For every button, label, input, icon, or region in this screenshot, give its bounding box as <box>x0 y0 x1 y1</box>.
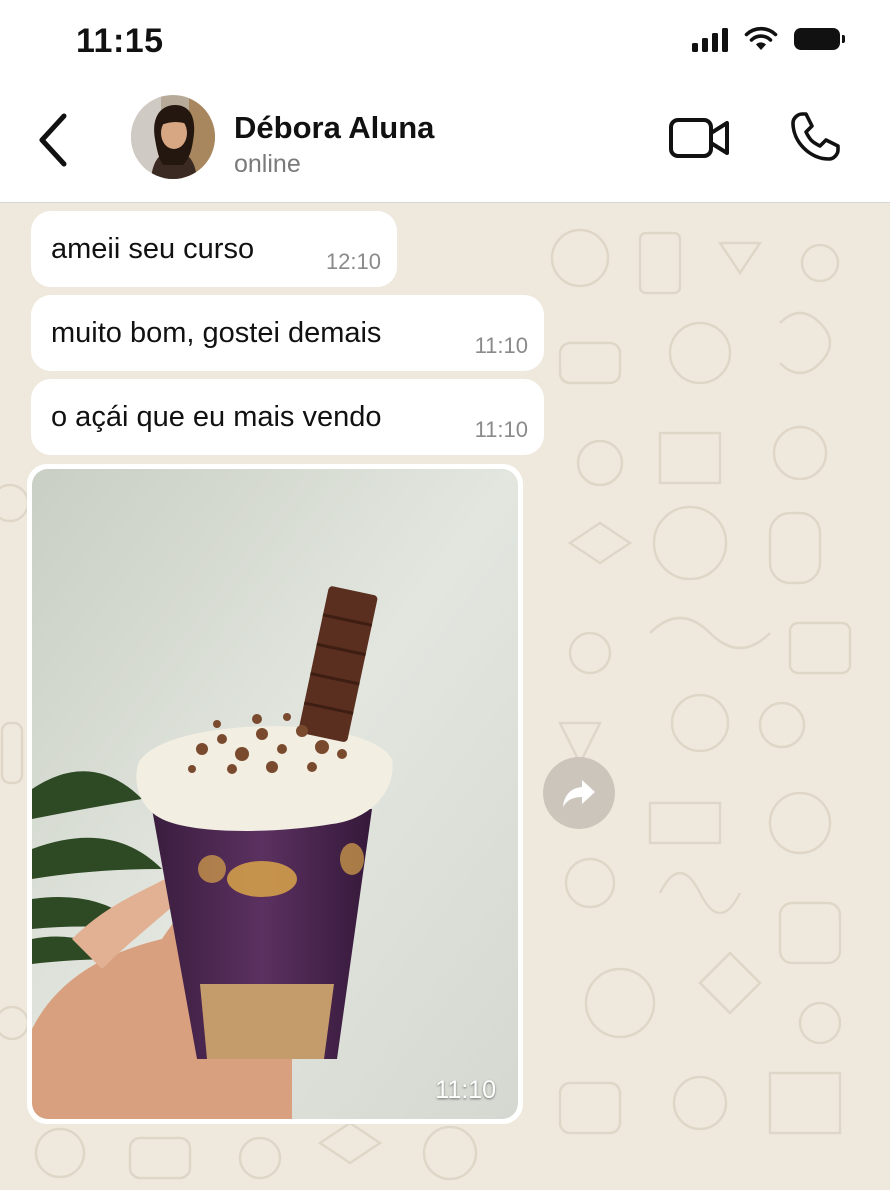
status-time: 11:15 <box>76 22 164 60</box>
status-icons <box>692 26 845 52</box>
battery-icon <box>794 28 845 50</box>
image-message-photo[interactable]: 11:10 <box>32 469 518 1119</box>
back-button[interactable] <box>30 110 76 170</box>
video-call-icon <box>669 118 729 158</box>
acai-cup-photo <box>32 469 518 1119</box>
message-text: o açái que eu mais vendo <box>51 401 382 433</box>
chat-area[interactable]: ameii seu curso 12:10 muito bom, gostei … <box>0 203 890 1190</box>
message-time: 11:10 <box>474 333 528 358</box>
status-bar: 11:15 <box>0 0 890 84</box>
voice-call-button[interactable] <box>788 110 842 164</box>
wifi-icon <box>744 26 778 50</box>
video-call-button[interactable] <box>668 114 732 162</box>
image-message-time: 11:10 <box>435 1076 496 1104</box>
phone-icon <box>791 112 840 161</box>
chat-header: Débora Aluna online <box>0 84 890 203</box>
signal-icon <box>692 26 728 52</box>
image-message-bubble[interactable]: 11:10 <box>27 464 523 1124</box>
contact-status: online <box>234 150 301 178</box>
forward-arrow-icon <box>563 780 595 807</box>
message-bubble[interactable]: muito bom, gostei demais 11:10 <box>31 295 544 371</box>
contact-name[interactable]: Débora Aluna <box>234 110 434 146</box>
message-time: 12:10 <box>325 249 381 274</box>
message-bubble[interactable]: ameii seu curso 12:10 <box>31 211 397 287</box>
message-text: ameii seu curso <box>51 233 255 265</box>
message-text: muito bom, gostei demais <box>51 317 382 349</box>
message-time: 11:10 <box>474 417 528 442</box>
forward-button[interactable] <box>543 757 615 829</box>
message-bubble[interactable]: o açái que eu mais vendo 11:10 <box>31 379 544 455</box>
avatar[interactable] <box>131 95 215 179</box>
chevron-left-icon <box>39 113 67 167</box>
avatar-photo <box>131 95 215 179</box>
